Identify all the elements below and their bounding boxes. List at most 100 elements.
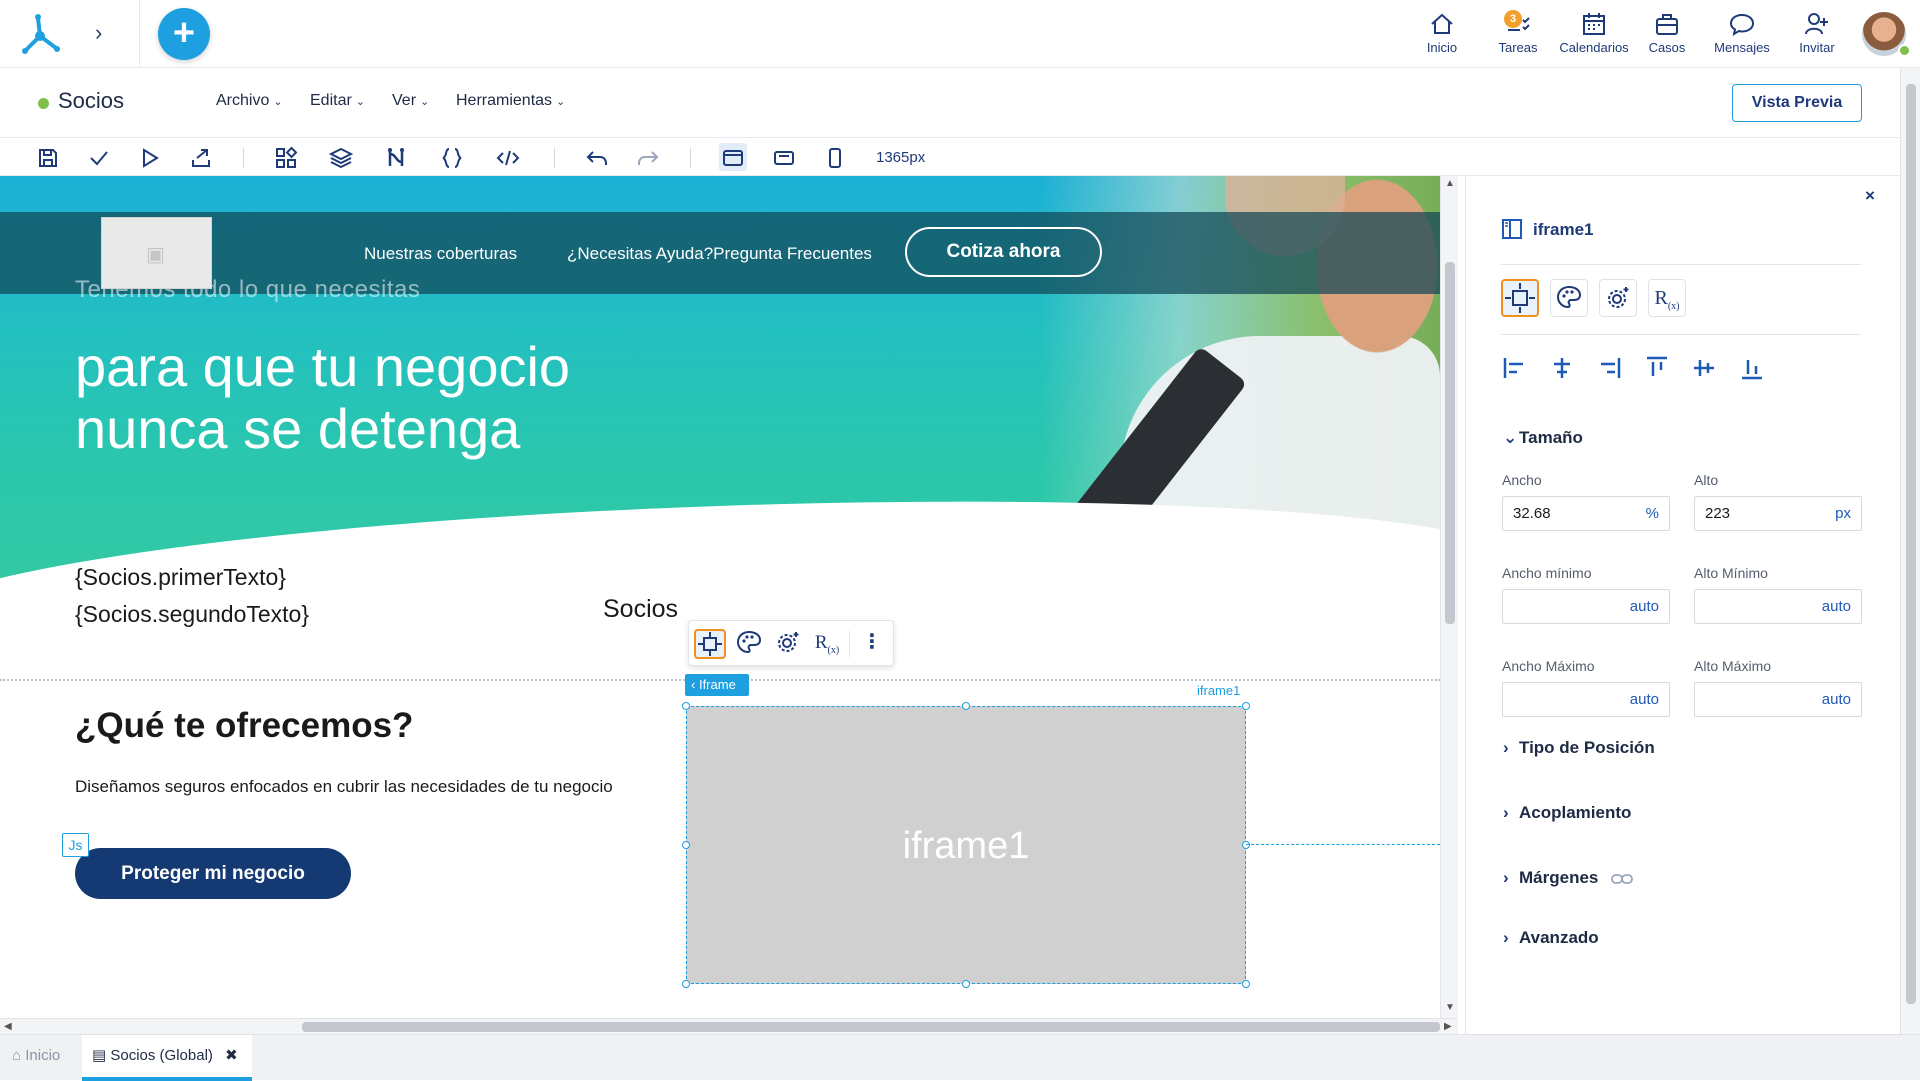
preview-button[interactable]: Vista Previa [1732,84,1862,122]
site-logo-placeholder[interactable]: ▣ [101,217,212,289]
rules-tool-button[interactable]: R(x) [811,629,843,659]
ancho-minimo-label: Ancho mínimo [1502,565,1592,581]
iframe-element[interactable]: iframe1 [686,706,1246,984]
chevron-right-icon: › [1503,803,1509,822]
link-icon[interactable] [1611,873,1634,885]
template-text-primero[interactable]: {Socios.primerTexto} [75,564,286,591]
check-icon[interactable] [87,146,111,170]
design-canvas[interactable]: Tenemos todo lo que necesitas ▣ Nuestras… [0,176,1440,1018]
app-logo-icon[interactable] [16,10,64,58]
iframe-type-chip[interactable]: ‹ Iframe [685,674,749,696]
offer-heading[interactable]: ¿Qué te ofrecemos? [75,706,413,746]
scroll-thumb[interactable] [302,1022,1440,1032]
nav-tareas[interactable]: Tareas 3 [1482,8,1554,62]
add-button[interactable]: + [158,8,210,60]
cotiza-button[interactable]: Cotiza ahora [905,227,1102,277]
canvas-vertical-scrollbar[interactable]: ▲ ▼ [1440,176,1458,1018]
align-center-horizontal-icon[interactable] [1548,354,1576,382]
resize-handle-tl[interactable] [682,702,690,710]
alto-maximo-input[interactable]: auto [1694,682,1862,717]
save-icon[interactable] [36,146,60,170]
alto-unit-selector[interactable]: px [1835,505,1851,522]
move-icon [1505,283,1535,313]
menu-editar[interactable]: Editar ⌄ [310,92,365,110]
nav-inicio[interactable]: Inicio [1406,8,1478,62]
proteger-button[interactable]: Proteger mi negocio [75,848,351,899]
panel-tab-style[interactable] [1550,279,1588,317]
scroll-right-icon[interactable]: ▶ [1444,1021,1452,1032]
nav-calendarios[interactable]: Calendarios [1558,8,1630,62]
mobile-view-icon[interactable] [823,146,847,170]
redo-icon[interactable] [636,146,660,170]
settings-tool-button[interactable] [772,629,804,659]
more-options-button[interactable]: ⋮ [856,629,888,659]
play-icon[interactable] [138,146,162,170]
scroll-down-icon[interactable]: ▼ [1445,1002,1455,1013]
nav-invitar[interactable]: Invitar [1781,8,1853,62]
section-avanzado[interactable]: › Avanzado [1503,928,1599,948]
offer-description[interactable]: Diseñamos seguros enfocados en cubrir la… [75,777,613,797]
panel-tab-settings[interactable] [1599,279,1637,317]
page-vertical-scrollbar[interactable] [1900,68,1920,1034]
flow-icon[interactable] [384,146,408,170]
close-panel-button[interactable]: × [1865,186,1875,206]
socios-heading[interactable]: Socios [603,595,678,624]
publish-icon[interactable] [189,146,213,170]
resize-handle-br[interactable] [1242,980,1250,988]
resize-handle-r[interactable] [1242,841,1250,849]
site-nav-ayuda[interactable]: ¿Necesitas Ayuda?Pregunta Frecuentes [567,244,872,264]
resize-handle-tr[interactable] [1242,702,1250,710]
section-acoplamiento[interactable]: › Acoplamiento [1503,803,1631,823]
resize-handle-l[interactable] [682,841,690,849]
tab-inicio[interactable]: ⌂ Inicio [10,1035,80,1081]
chevron-right-icon: › [1503,928,1509,947]
align-bottom-icon[interactable] [1738,354,1766,382]
scroll-up-icon[interactable]: ▲ [1445,178,1455,189]
rules-fx-icon: R(x) [1654,287,1680,312]
nav-mensajes[interactable]: Mensajes [1706,8,1778,62]
canvas-horizontal-scrollbar[interactable]: ◀ ▶ [0,1018,1458,1034]
template-text-segundo[interactable]: {Socios.segundoTexto} [75,601,309,628]
menu-archivo[interactable]: Archivo ⌄ [216,92,283,110]
resize-handle-b[interactable] [962,980,970,988]
menu-herramientas[interactable]: Herramientas ⌄ [456,92,565,110]
ancho-unit-selector[interactable]: % [1646,505,1659,522]
desktop-view-icon[interactable] [721,146,745,170]
align-center-vertical-icon[interactable] [1690,354,1718,382]
position-tool-button[interactable] [694,629,726,659]
site-nav-coberturas[interactable]: Nuestras coberturas [364,244,517,264]
ancho-input[interactable]: 32.68% [1502,496,1670,531]
alto-input[interactable]: 223 px [1694,496,1862,531]
calendar-icon [1583,13,1605,35]
nav-casos[interactable]: Casos [1631,8,1703,62]
layers-icon[interactable] [329,146,353,170]
tablet-view-icon[interactable] [772,146,796,170]
tab-socios-global[interactable]: ▤ Socios (Global) ✖ [82,1035,252,1081]
alto-minimo-input[interactable]: auto [1694,589,1862,624]
ancho-maximo-input[interactable]: auto [1502,682,1670,717]
panel-tab-rules[interactable]: R(x) [1648,279,1686,317]
align-right-icon[interactable] [1595,354,1623,382]
js-event-chip[interactable]: Js [62,833,89,857]
braces-icon[interactable] [440,146,464,170]
scroll-left-icon[interactable]: ◀ [4,1021,12,1032]
menu-ver[interactable]: Ver ⌄ [392,92,429,110]
invite-user-icon [1805,13,1828,35]
scroll-thumb[interactable] [1445,262,1455,624]
section-tipo-posicion[interactable]: › Tipo de Posición [1503,738,1655,758]
style-tool-button[interactable] [733,629,765,659]
ancho-minimo-input[interactable]: auto [1502,589,1670,624]
expand-chevron-icon[interactable]: › [95,20,115,46]
section-margenes[interactable]: › Márgenes [1503,868,1634,888]
close-tab-icon[interactable]: ✖ [225,1047,238,1064]
align-top-icon[interactable] [1643,354,1671,382]
scroll-thumb[interactable] [1906,84,1916,1004]
align-left-icon[interactable] [1501,354,1529,382]
resize-handle-t[interactable] [962,702,970,710]
components-icon[interactable] [274,146,298,170]
panel-tab-position[interactable] [1501,279,1539,317]
undo-icon[interactable] [585,146,609,170]
section-tamano[interactable]: ⌄ Tamaño [1503,428,1583,448]
code-icon[interactable] [496,146,520,170]
resize-handle-bl[interactable] [682,980,690,988]
